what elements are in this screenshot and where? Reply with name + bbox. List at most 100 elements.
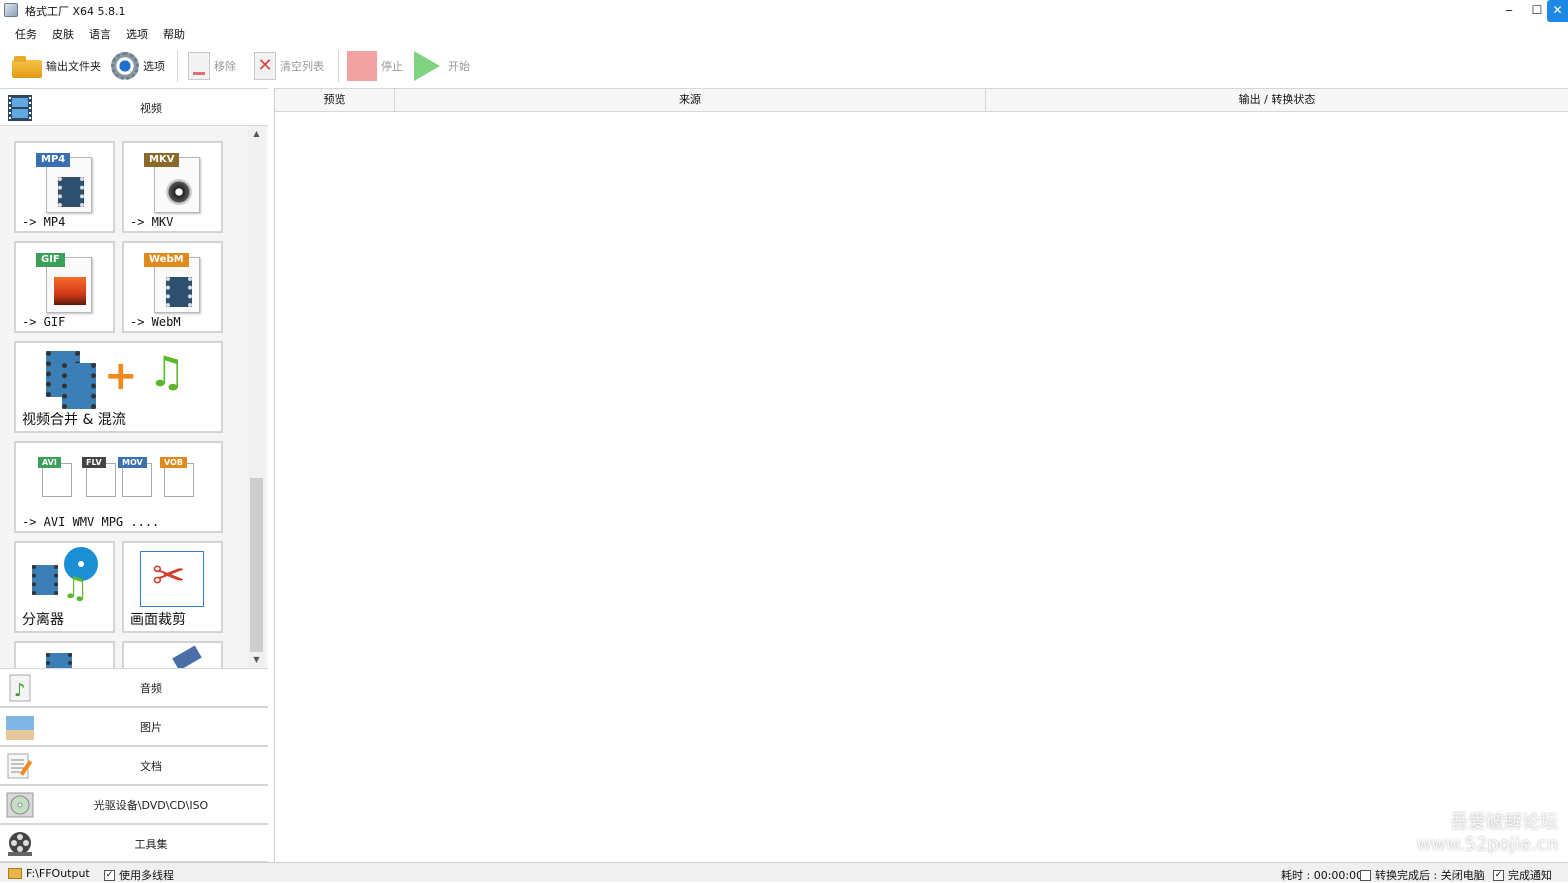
tile-video-merge-label: 视频合并 & 混流 (22, 412, 126, 428)
column-output-status[interactable]: 输出 / 转换状态 (986, 88, 1568, 112)
shutdown-label: 转换完成后 : 关闭电脑 (1375, 869, 1485, 882)
film-reel-icon (8, 832, 32, 856)
tile-gif-label: -> GIF (22, 315, 66, 329)
elapsed-time-text: 耗时 : 00:00:00 (1281, 869, 1364, 882)
tile-webm-label: -> WebM (130, 315, 181, 329)
menu-skin[interactable]: 皮肤 (52, 26, 74, 42)
category-tools[interactable]: 工具集 (0, 824, 268, 862)
category-tools-label: 工具集 (134, 838, 168, 851)
start-label: 开始 (448, 60, 470, 73)
title-bar: 格式工厂 X64 5.8.1 ‒ ☐ ✕ (0, 0, 1568, 22)
mkv-tag: MKV (144, 153, 180, 167)
tile-webm[interactable]: WebM -> WebM (122, 241, 223, 333)
tile-mkv[interactable]: MKV -> MKV (122, 141, 223, 233)
remove-button[interactable]: 移除 (188, 48, 236, 84)
play-icon (414, 51, 440, 81)
document-icon (7, 753, 33, 779)
menu-help[interactable]: 帮助 (163, 26, 185, 42)
output-path-text: F:\FFOutput (26, 867, 90, 880)
shutdown-option[interactable]: 转换完成后 : 关闭电脑 (1360, 867, 1485, 883)
notify-checkbox[interactable]: ✓ (1493, 869, 1504, 881)
clear-list-button[interactable]: ✕ 清空列表 (254, 48, 324, 84)
notify-label: 完成通知 (1508, 869, 1552, 882)
scroll-up-arrow-icon[interactable]: ▲ (248, 126, 265, 142)
tile-gif[interactable]: GIF -> GIF (14, 241, 115, 333)
category-document[interactable]: 文档 (0, 746, 268, 785)
scroll-thumb[interactable] (250, 478, 263, 652)
column-source[interactable]: 来源 (395, 88, 986, 112)
stop-button[interactable]: 停止 (347, 48, 403, 84)
webm-tag: WebM (144, 253, 189, 267)
tile-splitter-label: 分离器 (22, 612, 64, 628)
avi-tag: AVI (38, 457, 61, 468)
tile-splitter[interactable]: ♫ 分离器 (14, 541, 115, 633)
watermark-line2: www.52pojie.cn (1416, 834, 1558, 855)
gear-icon (111, 52, 139, 80)
video-tools-list: MP4 -> MP4 MKV -> MKV GIF -> GIF WebM ->… (0, 126, 268, 668)
tile-multi-format-label: -> AVI WMV MPG .... (22, 515, 160, 529)
tile-video-merge[interactable]: + ♫ 视频合并 & 混流 (14, 341, 223, 433)
category-audio-label: 音频 (140, 682, 162, 695)
gif-tag: GIF (36, 253, 65, 267)
scrollbar[interactable]: ▲ ▼ (248, 126, 265, 668)
category-document-label: 文档 (140, 760, 162, 773)
category-image[interactable]: 图片 (0, 707, 268, 746)
elapsed-time: 耗时 : 00:00:00 (1281, 867, 1363, 883)
webm-file-icon: WebM (144, 253, 202, 313)
menu-language[interactable]: 语言 (89, 26, 111, 42)
category-video[interactable]: 视频 (0, 88, 268, 126)
category-disc-label: 光驱设备\DVD\CD\ISO (93, 799, 209, 812)
mp4-file-icon: MP4 (36, 153, 94, 213)
menu-task[interactable]: 任务 (15, 26, 37, 42)
notify-option[interactable]: ✓ 完成通知 (1493, 867, 1552, 883)
disc-drive-icon (6, 792, 34, 818)
music-note-icon: ♪ (9, 674, 31, 702)
output-path[interactable]: F:\FFOutput (8, 867, 90, 880)
watermark-line1: 吾爱破解论坛 (1450, 812, 1558, 833)
category-video-label: 视频 (140, 102, 162, 115)
tile-partial[interactable] (14, 641, 115, 668)
film-icon (46, 653, 72, 668)
scroll-down-arrow-icon[interactable]: ▼ (248, 652, 265, 668)
category-disc[interactable]: 光驱设备\DVD\CD\ISO (0, 785, 268, 824)
mkv-file-icon: MKV (144, 153, 202, 213)
tile-crop[interactable]: ✂ 画面裁剪 (122, 541, 223, 633)
options-button[interactable]: 选项 (111, 48, 165, 84)
multithread-label: 使用多线程 (119, 869, 174, 882)
tile-multi-format[interactable]: AVI FLV MOV VOB -> AVI WMV MPG .... (14, 441, 223, 533)
flv-tag: FLV (82, 457, 106, 468)
window-title: 格式工厂 X64 5.8.1 (25, 5, 126, 18)
remove-label: 移除 (214, 60, 236, 73)
task-list[interactable]: 预览 来源 输出 / 转换状态 吾爱破解论坛 www.52pojie.cn (274, 88, 1568, 862)
tile-mp4[interactable]: MP4 -> MP4 (14, 141, 115, 233)
multithread-checkbox[interactable]: ✓ (104, 869, 115, 881)
mov-tag: MOV (118, 457, 147, 468)
options-label: 选项 (143, 60, 165, 73)
shutdown-checkbox[interactable] (1360, 869, 1371, 881)
remove-doc-icon (188, 52, 210, 80)
tile-crop-label: 画面裁剪 (130, 612, 186, 628)
category-image-label: 图片 (140, 721, 162, 734)
output-folder-button[interactable]: 输出文件夹 (12, 48, 101, 84)
folder-icon (12, 54, 42, 78)
start-button[interactable]: 开始 (414, 48, 470, 84)
multithread-option[interactable]: ✓ 使用多线程 (104, 867, 174, 883)
clear-list-label: 清空列表 (280, 60, 324, 73)
tool-icon (172, 645, 202, 668)
toolbar-divider (338, 50, 339, 82)
stop-icon (347, 51, 377, 81)
column-preview[interactable]: 预览 (275, 88, 395, 112)
close-button[interactable]: ✕ (1547, 0, 1568, 22)
stop-label: 停止 (381, 60, 403, 73)
menu-options[interactable]: 选项 (126, 26, 148, 42)
tile-partial[interactable] (122, 641, 223, 668)
folder-icon (8, 868, 22, 879)
category-audio[interactable]: ♪ 音频 (0, 668, 268, 707)
film-strip-icon (8, 95, 32, 121)
toolbar-divider (177, 50, 178, 82)
gif-file-icon: GIF (36, 253, 94, 313)
tile-mkv-label: -> MKV (130, 215, 174, 229)
minimize-button[interactable]: ‒ (1496, 0, 1522, 22)
toolbar: 输出文件夹 选项 移除 ✕ 清空列表 停止 开始 (0, 44, 1568, 88)
app-icon (4, 3, 18, 17)
